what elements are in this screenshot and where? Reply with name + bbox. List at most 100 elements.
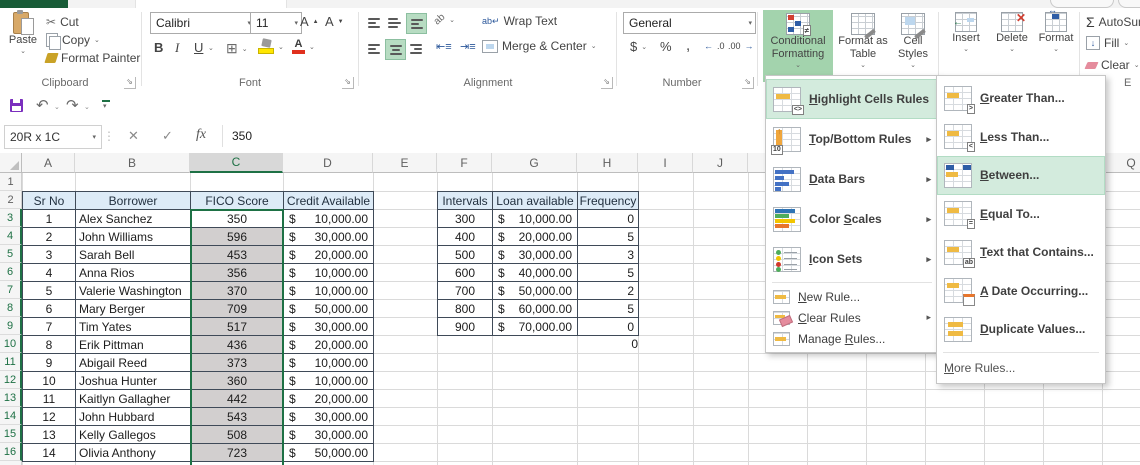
column-header-G[interactable]: G: [492, 153, 577, 173]
clear-rules-menu-item[interactable]: Clear Rules▸: [766, 307, 938, 328]
cell[interactable]: 0: [577, 335, 642, 353]
format-cells-button[interactable]: ↔ Format ⌄: [1034, 12, 1078, 53]
alignment-dialog-launcher[interactable]: ⇘: [601, 77, 613, 89]
column-header-D[interactable]: D: [283, 153, 373, 173]
enter-icon[interactable]: ✓: [162, 128, 173, 144]
number-format-combo[interactable]: General▾: [623, 12, 756, 34]
cell[interactable]: 0: [578, 210, 639, 228]
cell[interactable]: Abigail Reed: [76, 354, 191, 372]
wrap-text-button[interactable]: ab↵ Wrap Text: [482, 14, 557, 28]
cell[interactable]: 700: [438, 282, 493, 300]
clipboard-dialog-launcher[interactable]: ⇘: [124, 77, 136, 89]
underline-button[interactable]: U: [194, 40, 203, 55]
bold-button[interactable]: B: [154, 40, 163, 55]
icon-sets-menu-item[interactable]: Icon Sets▸: [766, 239, 938, 279]
cell[interactable]: Tim Yates: [76, 318, 191, 336]
increase-font-size-button[interactable]: A▲: [300, 14, 319, 29]
top-bottom-rules-menu-item[interactable]: ↑10Top/Bottom Rules▸: [766, 119, 938, 159]
cell[interactable]: 596: [191, 228, 284, 246]
cell[interactable]: $10,000.00: [284, 354, 374, 372]
column-header-B[interactable]: B: [75, 153, 190, 173]
more-rules-menu-item[interactable]: More Rules...: [937, 356, 1105, 380]
cell[interactable]: $30,000.00: [284, 426, 374, 444]
cell[interactable]: $10,000.00: [493, 210, 578, 228]
cell[interactable]: Alex Sanchez: [76, 210, 191, 228]
cell[interactable]: $40,000.00: [493, 264, 578, 282]
cell[interactable]: 360: [191, 372, 284, 390]
cell[interactable]: 4: [23, 264, 76, 282]
cell[interactable]: 709: [191, 300, 284, 318]
copy-button[interactable]: Copy ⌄: [46, 33, 100, 47]
decrease-decimal-button[interactable]: .00→: [728, 41, 754, 51]
cell[interactable]: 356: [191, 264, 284, 282]
cell[interactable]: $30,000.00: [284, 318, 374, 336]
name-box[interactable]: 20R x 1C ▾: [4, 125, 102, 149]
font-dialog-launcher[interactable]: ⇘: [342, 77, 354, 89]
cell[interactable]: 373: [191, 354, 284, 372]
cell[interactable]: $60,000.00: [493, 300, 578, 318]
highlight-cells-rules-menu-item[interactable]: <>Highlight Cells Rules▸: [766, 79, 938, 119]
duplicate-values-menu-item[interactable]: Duplicate Values...: [937, 310, 1105, 349]
comma-style-button[interactable]: ,: [686, 37, 690, 54]
decrease-indent-button[interactable]: ⇤≡: [436, 40, 452, 53]
cell[interactable]: 600: [438, 264, 493, 282]
cell[interactable]: John Williams: [76, 228, 191, 246]
font-size-combo[interactable]: 11▾: [250, 12, 302, 34]
cell[interactable]: $10,000.00: [284, 372, 374, 390]
cell[interactable]: 370: [191, 282, 284, 300]
cell[interactable]: $30,000.00: [493, 246, 578, 264]
cell[interactable]: $20,000.00: [284, 390, 374, 408]
cell[interactable]: Joshua Hunter: [76, 372, 191, 390]
a-date-occurring-menu-item[interactable]: A Date Occurring...: [937, 272, 1105, 311]
cell[interactable]: Valerie Washington: [76, 282, 191, 300]
cell[interactable]: $30,000.00: [284, 408, 374, 426]
cell[interactable]: 723: [191, 444, 284, 462]
cell[interactable]: 1: [23, 210, 76, 228]
name-box-chevron[interactable]: ▾: [92, 133, 96, 141]
center-button[interactable]: [385, 39, 406, 60]
top-align-button[interactable]: [364, 13, 383, 32]
increase-indent-button[interactable]: ⇥≡: [460, 40, 476, 53]
formula-bar-grip[interactable]: ⋮: [103, 129, 115, 143]
orientation-button[interactable]: ab⌄: [434, 14, 455, 25]
fill-button[interactable]: ↓ Fill ⌄: [1086, 36, 1129, 50]
row-header-16[interactable]: 16: [0, 443, 22, 461]
row-header-13[interactable]: 13: [0, 389, 22, 407]
fx-icon[interactable]: fx: [196, 127, 206, 143]
row-header-8[interactable]: 8: [0, 299, 22, 317]
align-right-button[interactable]: [406, 39, 425, 58]
cell[interactable]: 2: [578, 282, 639, 300]
cell[interactable]: $20,000.00: [284, 246, 374, 264]
cell[interactable]: $30,000.00: [284, 228, 374, 246]
row-header-2[interactable]: 2: [0, 191, 22, 209]
cell[interactable]: 5: [23, 282, 76, 300]
home-tab[interactable]: [135, 0, 287, 8]
bottom-align-button[interactable]: [406, 13, 427, 34]
cell[interactable]: Kelly Gallegos: [76, 426, 191, 444]
row-header-14[interactable]: 14: [0, 407, 22, 425]
cell[interactable]: Anna Rios: [76, 264, 191, 282]
row-header-5[interactable]: 5: [0, 245, 22, 263]
cell[interactable]: 0: [578, 318, 639, 336]
data-bars-menu-item[interactable]: Data Bars▸: [766, 159, 938, 199]
borders-button[interactable]: ⊞⌄: [226, 40, 248, 57]
column-header-J[interactable]: J: [693, 153, 748, 173]
cell[interactable]: Kaitlyn Gallagher: [76, 390, 191, 408]
underline-options-chevron[interactable]: ⌄: [208, 44, 214, 52]
font-color-button[interactable]: A ⌄: [292, 39, 315, 54]
redo-icon[interactable]: ↷: [66, 96, 79, 114]
column-header-F[interactable]: F: [437, 153, 492, 173]
cell[interactable]: 13: [23, 426, 76, 444]
cell[interactable]: 500: [438, 246, 493, 264]
cell[interactable]: $50,000.00: [493, 282, 578, 300]
cell[interactable]: 10: [23, 372, 76, 390]
formula-bar-value[interactable]: 350: [232, 129, 252, 143]
format-as-table-button[interactable]: Format as Table ⌄: [838, 10, 888, 82]
cell[interactable]: John Hubbard: [76, 408, 191, 426]
increase-decimal-button[interactable]: ←.0: [704, 41, 725, 51]
cell[interactable]: Sarah Bell: [76, 246, 191, 264]
cell[interactable]: Mary Berger: [76, 300, 191, 318]
cell[interactable]: 543: [191, 408, 284, 426]
clear-button[interactable]: Clear ⌄: [1086, 58, 1140, 72]
between-menu-item[interactable]: Between...: [937, 156, 1105, 195]
